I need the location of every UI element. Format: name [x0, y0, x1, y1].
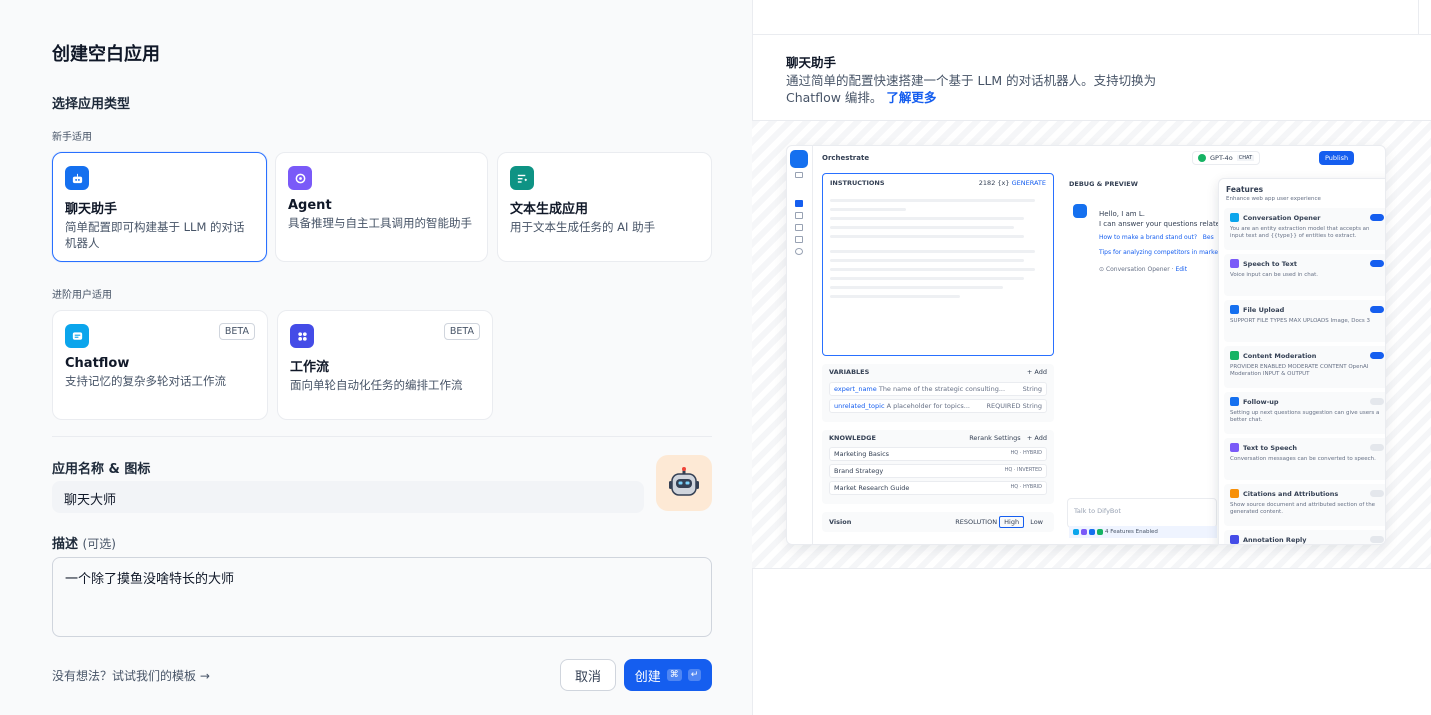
agent-icon [288, 166, 312, 190]
card-agent[interactable]: Agent 具备推理与自主工具调用的智能助手 [275, 152, 488, 262]
beta-badge: BETA [443, 323, 480, 340]
robot-avatar-icon [669, 467, 699, 496]
card-title: Chatflow [65, 356, 130, 371]
card-title: 文本生成应用 [510, 202, 589, 217]
card-title: 聊天助手 [65, 202, 118, 217]
create-button[interactable]: 创建 ⌘ ↵ [624, 659, 712, 691]
create-app-panel: 创建空白应用 选择应用类型 新手适用 聊天助手 简单配置即可构建基于 LLM 的… [0, 0, 752, 715]
select-type-label: 选择应用类型 [52, 97, 131, 112]
app-name-input[interactable]: 聊天大师 [52, 481, 644, 513]
card-desc: 支持记忆的复杂多轮对话工作流 [65, 374, 226, 388]
card-title: Agent [288, 198, 332, 213]
card-desc: 具备推理与自主工具调用的智能助手 [288, 216, 472, 230]
card-desc: 用于文本生成任务的 AI 助手 [510, 220, 656, 234]
card-title: 工作流 [290, 360, 330, 375]
name-section-label: 应用名称 & 图标 [52, 462, 151, 477]
cancel-button[interactable]: 取消 [560, 659, 616, 691]
card-workflow[interactable]: BETA 工作流 面向单轮自动化任务的编排工作流 [277, 310, 493, 420]
workflow-icon [290, 324, 314, 348]
chat-bot-icon [65, 166, 89, 190]
cmd-key: ⌘ [666, 669, 682, 681]
preview-title: 聊天助手 [786, 55, 837, 70]
beginner-label: 新手适用 [52, 132, 92, 143]
text-gen-icon [510, 166, 534, 190]
enter-key: ↵ [687, 669, 702, 681]
beta-badge: BETA [218, 323, 255, 340]
card-chat-assistant[interactable]: 聊天助手 简单配置即可构建基于 LLM 的对话机器人 [52, 152, 267, 262]
page-title: 创建空白应用 [52, 44, 160, 65]
preview-screenshot: Orchestrate GPT-4o CHAT Publish INSTRUCTI… [786, 145, 1386, 545]
card-text-generator[interactable]: 文本生成应用 用于文本生成任务的 AI 助手 [497, 152, 712, 262]
card-chatflow[interactable]: BETA Chatflow 支持记忆的复杂多轮对话工作流 [52, 310, 268, 420]
features-panel: Features Enhance web app user experience… [1218, 178, 1385, 544]
preview-desc: 通过简单的配置快速搭建一个基于 LLM 的对话机器人。支持切换为 Chatflo… [786, 73, 1157, 105]
app-logo-icon [790, 150, 808, 168]
advanced-label: 进阶用户适用 [52, 290, 112, 301]
card-desc: 面向单轮自动化任务的编排工作流 [290, 378, 463, 392]
divider [52, 436, 712, 437]
app-icon-picker[interactable] [656, 455, 712, 511]
desc-label: 描述 (可选) [52, 537, 116, 552]
template-link[interactable]: 没有想法？试试我们的模板 → [52, 667, 210, 684]
card-desc: 简单配置即可构建基于 LLM 的对话机器人 [65, 220, 245, 250]
description-textarea[interactable]: 一个除了摸鱼没啥特长的大师 [52, 557, 712, 637]
learn-more-link[interactable]: 了解更多 [886, 90, 936, 105]
chatflow-icon [65, 324, 89, 348]
